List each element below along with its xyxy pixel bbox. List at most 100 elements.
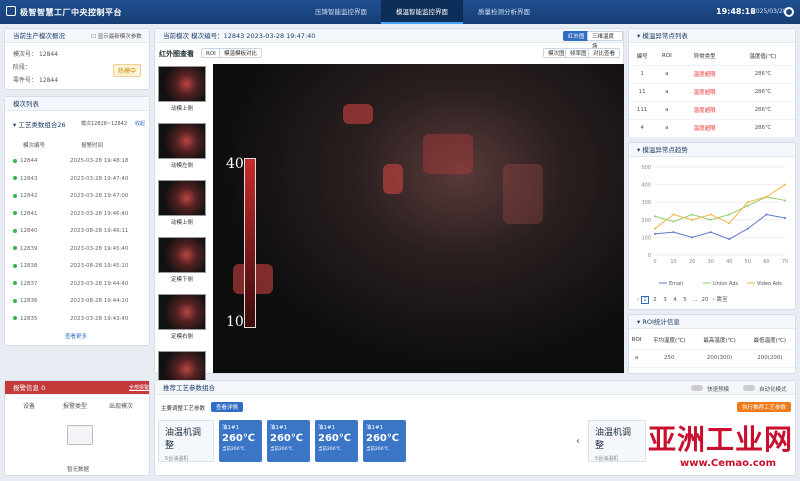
viewer-header: 当前模次 模次编号：12843 2023-03-28 19:47:40 bbox=[155, 29, 623, 43]
data-point bbox=[672, 220, 675, 223]
abnormal-points-title: ▾ 模温异常点列表 bbox=[629, 29, 795, 43]
table-row[interactable]: 111 a 温度超限 286℃ bbox=[629, 101, 795, 120]
batch-group[interactable]: ▾ 工艺类数组合26 bbox=[13, 119, 66, 129]
data-point bbox=[765, 195, 768, 198]
thumbnail[interactable]: 定模下侧 bbox=[158, 237, 206, 285]
batch-row[interactable]: 12841 2023-03-28 19:46:40 bbox=[13, 208, 143, 220]
x-tick: 40 bbox=[726, 259, 732, 265]
table-row[interactable]: 1 a 温度超限 286℃ bbox=[629, 65, 795, 84]
trend-title: ▾ 模温异常点趋势 bbox=[629, 143, 795, 157]
auto-mode-label: 自动化模式 bbox=[759, 387, 787, 393]
more-link[interactable]: 查看更多 bbox=[65, 332, 87, 340]
batch-row[interactable]: 12835 2023-03-28 19:43:40 bbox=[13, 313, 143, 325]
legend-label: Email bbox=[669, 281, 683, 287]
x-tick: 20 bbox=[689, 259, 695, 265]
part-number: 12844 bbox=[38, 77, 59, 84]
table-row[interactable]: 4 a 温度超限 286℃ bbox=[629, 119, 795, 138]
batch-row[interactable]: 12842 2023-03-28 19:47:00 bbox=[13, 190, 143, 202]
batch-row[interactable]: 12843 2023-03-28 19:47:40 bbox=[13, 173, 143, 185]
data-point bbox=[691, 236, 694, 239]
data-point bbox=[691, 213, 694, 216]
alarm-panel: 报警信息 0 全部报警 设备 报警类型 出现模次 暂无数据 bbox=[4, 380, 150, 476]
col-alarm-type: 报警类型 bbox=[63, 403, 88, 410]
data-point bbox=[784, 183, 786, 186]
oil-temp-card: 油温机调整 5台油温机 bbox=[158, 420, 214, 462]
alarm-title: 报警信息 0 bbox=[5, 381, 149, 395]
series-line bbox=[654, 196, 786, 223]
x-tick: 10 bbox=[670, 259, 676, 265]
data-point bbox=[746, 227, 749, 230]
batch-row[interactable]: 12837 2023-03-28 19:44:40 bbox=[13, 278, 143, 290]
data-point bbox=[784, 217, 786, 220]
thumbnail[interactable]: 定模右侧 bbox=[158, 294, 206, 342]
roi-stats-title: ▾ ROI统计信息 bbox=[629, 315, 795, 329]
table-row[interactable]: 11 a 温度超限 286℃ bbox=[629, 83, 795, 102]
empty-box-icon bbox=[67, 425, 93, 445]
show-latest-checkbox[interactable]: ☐ 显示最新模次参数 bbox=[91, 32, 142, 40]
temp-card[interactable]: 油1#1 260℃ 当前260℃ bbox=[267, 420, 310, 462]
pager[interactable]: ‹ 1 2 3 4 5... 20 › 跳至 bbox=[637, 295, 728, 304]
temp-card[interactable]: 油1#1 260℃ 当前260℃ bbox=[315, 420, 358, 462]
all-alarms-link[interactable]: 全部报警 bbox=[129, 384, 149, 391]
y-tick: 100 bbox=[641, 235, 651, 241]
tab-quality[interactable]: 质量检测分析界面 bbox=[463, 0, 545, 24]
auto-mode-toggle[interactable] bbox=[743, 385, 755, 391]
fast-premold-toggle[interactable] bbox=[691, 385, 703, 391]
data-point bbox=[728, 238, 731, 241]
opt-compare[interactable]: 对比查看 bbox=[588, 48, 621, 58]
roi-stats-panel: ▾ ROI统计信息 ROI 平均温度(℃) 最高温度(℃) 最低温度(℃) a 250 2… bbox=[628, 314, 796, 374]
col-time: 报警时间 bbox=[81, 143, 104, 149]
collapse-link[interactable]: 收起 bbox=[135, 120, 145, 127]
batch-range: 模次12828~12842 bbox=[81, 121, 128, 127]
thumbnail[interactable]: 动模上侧 bbox=[158, 180, 206, 228]
tab-template-compare[interactable]: 模温模板对比 bbox=[219, 48, 263, 58]
data-point bbox=[672, 231, 675, 234]
data-point bbox=[691, 218, 694, 221]
empty-text: 暂无数据 bbox=[67, 467, 90, 473]
tab-roi[interactable]: ROI bbox=[201, 48, 221, 58]
chevron-left-icon[interactable]: ‹ bbox=[576, 436, 580, 447]
scale-min: 10 bbox=[226, 314, 244, 330]
trend-panel: ▾ 模温异常点趋势 0 100 200 300 400 500 0 10 20 30 40 50 60 7… bbox=[628, 142, 796, 310]
apply-button[interactable]: 执行推荐工艺参数 bbox=[737, 402, 792, 412]
data-point bbox=[728, 222, 731, 225]
gear-icon[interactable] bbox=[784, 7, 794, 17]
temp-card[interactable]: 油1#1 260℃ 当前260℃ bbox=[363, 420, 406, 462]
detail-button[interactable]: 查看详情 bbox=[211, 402, 244, 412]
tab-mold-temp[interactable]: 模温智能监控界面 bbox=[381, 0, 463, 24]
batch-row[interactable]: 12844 2025-03-28 19:48:18 bbox=[13, 155, 143, 167]
data-point bbox=[654, 227, 656, 230]
batch-row[interactable]: 12840 2023-08-28 19:46:11 bbox=[13, 225, 143, 237]
data-point bbox=[784, 199, 786, 202]
x-tick: 0 bbox=[653, 259, 656, 265]
data-point bbox=[728, 213, 731, 216]
clock: 19:48:18 bbox=[716, 7, 756, 16]
logo-icon bbox=[6, 6, 16, 16]
batch-row[interactable]: 12839 2023-03-28 19:45:40 bbox=[13, 243, 143, 255]
x-tick: 30 bbox=[708, 259, 714, 265]
thumbnail[interactable]: 动模上侧 bbox=[158, 66, 206, 114]
x-tick: 70 bbox=[782, 259, 788, 265]
batch-list-panel: 模次列表 ▾ 工艺类数组合26 模次12828~12842 收起 模次编号 报警… bbox=[4, 96, 150, 346]
process-sub: 主要调整工艺参数 bbox=[161, 406, 206, 412]
data-point bbox=[709, 213, 712, 216]
trend-chart: 0 100 200 300 400 500 0 10 20 30 40 50 60 70 Email Unio… bbox=[641, 165, 788, 287]
status-badge: 热模中 bbox=[113, 64, 142, 77]
stage-label: 阶段： bbox=[13, 64, 32, 71]
mode-3d[interactable]: 三维温度场 bbox=[587, 31, 623, 50]
temp-card[interactable]: 油1#1 260℃ 当前260℃ bbox=[219, 420, 262, 462]
batch-row[interactable]: 12838 2023-08-28 19:45:10 bbox=[13, 260, 143, 272]
mode-infrared[interactable]: 红外图 bbox=[563, 31, 590, 41]
batch-row[interactable]: 12836 2023-08-28 19:44:10 bbox=[13, 295, 143, 307]
overview-panel: 当前生产模次概况 ☐ 显示最新模次参数 模次号： 12844 阶段： 零件号： … bbox=[4, 28, 150, 90]
legend-label: Video Ads bbox=[757, 281, 782, 287]
data-point bbox=[672, 213, 675, 216]
series-line bbox=[654, 184, 786, 229]
app-title: 极智智慧工厂中央控制平台 bbox=[20, 8, 122, 17]
thumbnail[interactable]: 动模左侧 bbox=[158, 123, 206, 171]
watermark-url: www.Cemao.com bbox=[680, 458, 777, 469]
infrared-image[interactable] bbox=[213, 64, 624, 373]
tab-die-casting[interactable]: 压铸智能监控界面 bbox=[301, 0, 381, 24]
y-tick: 300 bbox=[641, 200, 651, 206]
batch-list-title: 模次列表 bbox=[5, 97, 149, 111]
